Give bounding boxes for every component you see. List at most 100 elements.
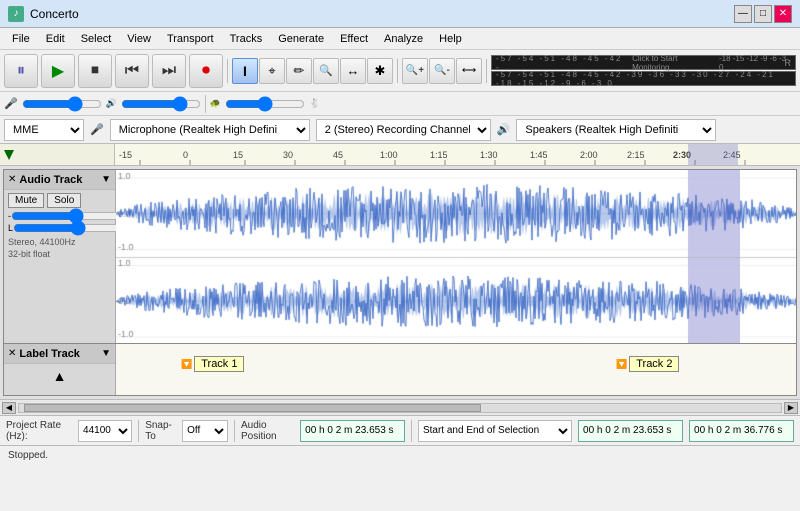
selected-region [688, 170, 740, 343]
menu-file[interactable]: File [4, 31, 38, 47]
draw-tool-button[interactable]: ✏ [286, 58, 312, 84]
statusbar: Stopped. [0, 445, 800, 465]
mic-icon: 🎤 [4, 97, 18, 110]
label-track-dropdown[interactable]: ▼ [101, 348, 111, 359]
audio-track-controls: Mute Solo - + L R Stereo, 44100Hz32-bit … [4, 190, 115, 263]
microphone-select[interactable]: Microphone (Realtek High Defini [110, 119, 310, 141]
audio-track-close[interactable]: ✕ [8, 174, 16, 185]
toolbar-area: ⏸ ▶ ⏹ ⏮ ⏭ ⏺ I ⌖ ✏ 🔍 ↔ ✱ 🔍+ 🔍- ⟷ [0, 50, 800, 144]
monitor-clicktext[interactable]: Click to Start Monitoring [632, 54, 715, 72]
pan-row: L R [8, 223, 111, 233]
speed-label: 🐢 [210, 98, 221, 109]
pause-button[interactable]: ⏸ [4, 54, 38, 88]
audio-track-info: Stereo, 44100Hz32-bit float [8, 237, 111, 260]
selection-tool-button[interactable]: I [232, 58, 258, 84]
playback-scale: -57 -54 -51 -48 -45 -42 - [496, 54, 628, 72]
label-track2-text[interactable]: Track 2 [629, 356, 679, 372]
svg-text:1:15: 1:15 [430, 150, 448, 160]
audio-position-display[interactable]: 00 h 0 2 m 23.653 s [300, 420, 405, 442]
project-rate-label: Project Rate (Hz): [6, 420, 72, 442]
solo-button[interactable]: Solo [47, 193, 81, 208]
vu-meters: -57 -54 -51 -48 -45 -42 - Click to Start… [491, 55, 796, 86]
audio-track-dropdown[interactable]: ▼ [101, 174, 111, 185]
skip-back-button[interactable]: ⏮ [115, 54, 149, 88]
selection-end-display[interactable]: 00 h 0 2 m 36.776 s [689, 420, 794, 442]
label-track1-text[interactable]: Track 1 [194, 356, 244, 372]
zoom-buttons: 🔍+ 🔍- ⟷ [402, 58, 482, 84]
audio-position-label: Audio Position [241, 420, 294, 442]
close-button[interactable]: ✕ [774, 5, 792, 23]
label-track-up[interactable]: ▲ [53, 368, 67, 384]
envelope-tool-button[interactable]: ⌖ [259, 58, 285, 84]
scrollbar-track[interactable] [18, 403, 782, 413]
output-volume-slider[interactable] [121, 98, 201, 110]
menu-effect[interactable]: Effect [332, 31, 376, 47]
mic-icon2: 🎤 [90, 123, 104, 136]
audio-track: ✕ Audio Track ▼ Mute Solo - + L R [3, 169, 797, 344]
selection-mode-select[interactable]: Start and End of Selection [418, 420, 572, 442]
menu-select[interactable]: Select [73, 31, 120, 47]
menu-help[interactable]: Help [431, 31, 470, 47]
label-track-close[interactable]: ✕ [8, 348, 16, 359]
window-controls: — □ ✕ [734, 5, 792, 23]
bottom-sep3 [411, 420, 412, 442]
r-label: R [785, 58, 792, 68]
scrollbar-thumb[interactable] [24, 404, 481, 412]
svg-text:30: 30 [283, 150, 293, 160]
selection-start-display[interactable]: 00 h 0 2 m 23.653 s [578, 420, 683, 442]
channels-select[interactable]: 2 (Stereo) Recording Channels [316, 119, 491, 141]
tool-buttons: I ⌖ ✏ 🔍 ↔ ✱ [232, 58, 393, 84]
menu-tracks[interactable]: Tracks [222, 31, 271, 47]
host-select[interactable]: MME [4, 119, 84, 141]
record-button[interactable]: ⏺ [189, 54, 223, 88]
maximize-button[interactable]: □ [754, 5, 772, 23]
zoom-tool-button[interactable]: 🔍 [313, 58, 339, 84]
zoom-in-button[interactable]: 🔍+ [402, 58, 428, 84]
toolbar-sep-2 [397, 59, 398, 83]
skip-fwd-button[interactable]: ⏭ [152, 54, 186, 88]
zoom-fit-button[interactable]: ⟷ [456, 58, 482, 84]
playback-meter[interactable]: -57 -54 -51 -48 -45 -42 - Click to Start… [491, 55, 796, 70]
speed-fast-icon: 🐇 [309, 98, 320, 109]
svg-text:1:00: 1:00 [380, 150, 398, 160]
speed-slider[interactable] [225, 98, 305, 110]
tracks-area: ✕ Audio Track ▼ Mute Solo - + L R [0, 166, 800, 399]
playhead-icon [4, 150, 14, 160]
record-meter[interactable]: -57 -54 -51 -48 -45 -42 -39 -36 -33 -30 … [491, 71, 796, 86]
app-icon: ♪ [8, 6, 24, 22]
play-button[interactable]: ▶ [41, 54, 75, 88]
audio-track-panel: ✕ Audio Track ▼ Mute Solo - + L R [4, 170, 116, 343]
menu-edit[interactable]: Edit [38, 31, 73, 47]
stop-button[interactable]: ⏹ [78, 54, 112, 88]
timeshift-tool-button[interactable]: ↔ [340, 58, 366, 84]
right-scale: -18 -15 -12 -9 -6 -3 0 [719, 54, 791, 72]
label-track-content: 🔽 Track 1 🔽 Track 2 [116, 344, 796, 395]
scroll-right-button[interactable]: ▶ [784, 402, 798, 414]
svg-text:45: 45 [333, 150, 343, 160]
ruler-label-area [0, 144, 115, 165]
minimize-button[interactable]: — [734, 5, 752, 23]
speaker-select[interactable]: Speakers (Realtek High Definiti [516, 119, 716, 141]
svg-text:2:00: 2:00 [580, 150, 598, 160]
menu-transport[interactable]: Transport [159, 31, 222, 47]
sep [205, 95, 206, 113]
multi-tool-button[interactable]: ✱ [367, 58, 393, 84]
volume-icon: 🔊 [106, 98, 117, 109]
speaker-icon: 🔊 [497, 123, 511, 136]
zoom-out-button[interactable]: 🔍- [429, 58, 455, 84]
mute-button[interactable]: Mute [8, 193, 44, 208]
selection-highlight-ruler [688, 144, 738, 165]
titlebar: ♪ Concerto — □ ✕ [0, 0, 800, 28]
svg-text:2:15: 2:15 [627, 150, 645, 160]
menu-generate[interactable]: Generate [270, 31, 332, 47]
scroll-left-button[interactable]: ◀ [2, 402, 16, 414]
label-track-panel: ✕ Label Track ▼ ▲ [4, 344, 116, 395]
svg-text:1:30: 1:30 [480, 150, 498, 160]
menu-analyze[interactable]: Analyze [376, 31, 431, 47]
menu-view[interactable]: View [119, 31, 159, 47]
audio-track-name: Audio Track [19, 174, 98, 186]
project-rate-select[interactable]: 44100 [78, 420, 132, 442]
input-volume-slider[interactable] [22, 98, 102, 110]
waveform-container [116, 170, 796, 343]
snap-to-select[interactable]: Off [182, 420, 228, 442]
